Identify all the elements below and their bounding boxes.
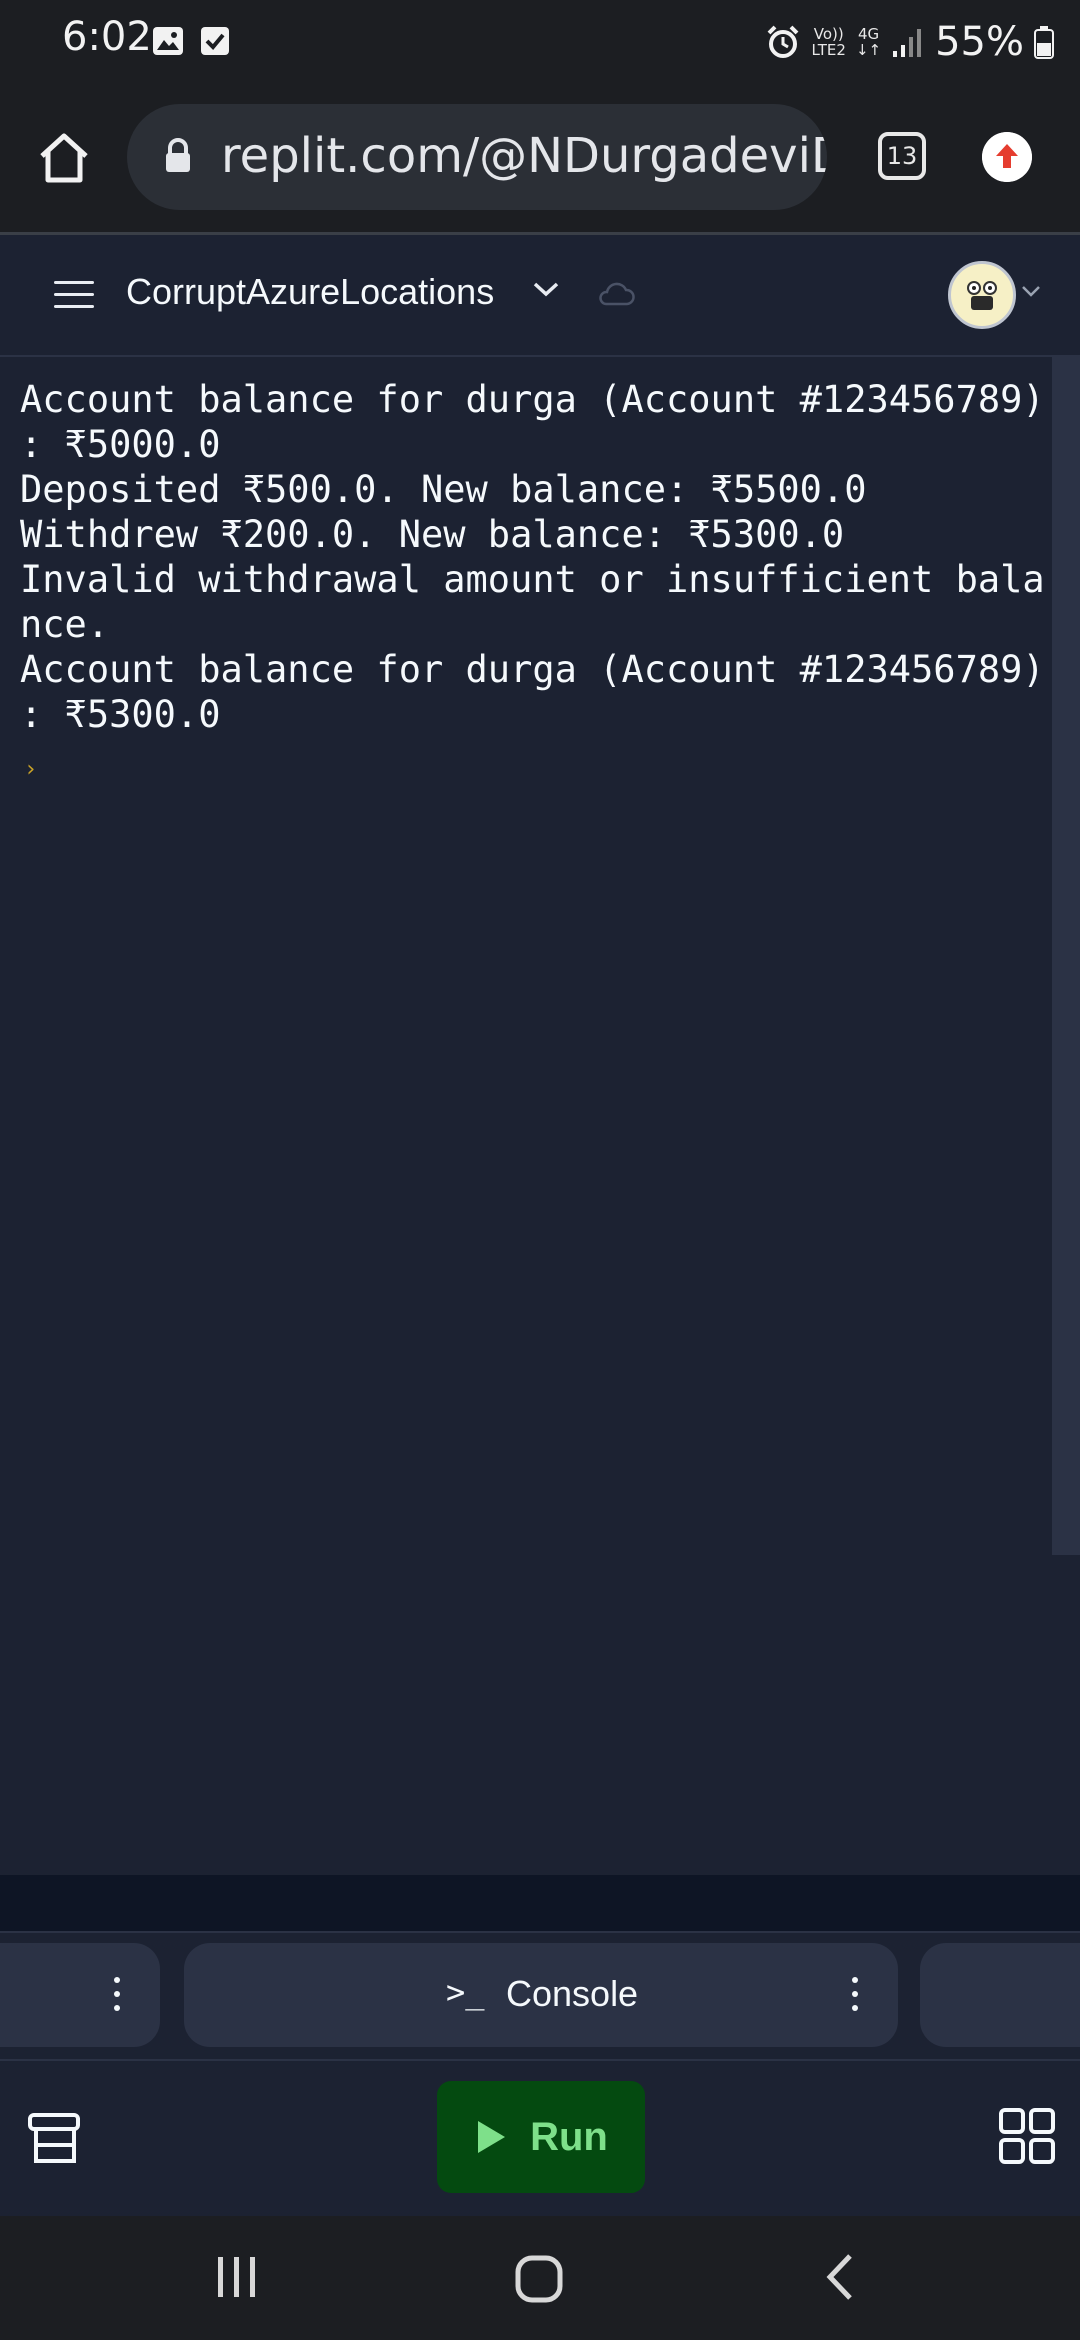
- pane-divider[interactable]: [0, 1875, 1080, 1933]
- menu-icon[interactable]: [54, 281, 94, 311]
- battery-icon: [1034, 26, 1054, 59]
- cloud-icon: [599, 282, 635, 306]
- play-icon: [478, 2121, 506, 2153]
- console-output-pane[interactable]: Account balance for durga (Account #1234…: [0, 357, 1052, 1875]
- avatar[interactable]: [948, 261, 1016, 329]
- console-line: : ₹5000.0: [20, 423, 221, 466]
- checkbox-notification-icon: [201, 27, 229, 55]
- chevron-down-icon[interactable]: [532, 279, 560, 299]
- files-icon[interactable]: [26, 2111, 82, 2167]
- status-bar: 6:02 Vo)) LTE2 4G ↓↑ 55%: [0, 0, 1080, 84]
- grid-icon[interactable]: [998, 2107, 1056, 2165]
- run-label: Run: [530, 2114, 608, 2159]
- bottom-toolbar: Run: [0, 2061, 1080, 2214]
- address-bar[interactable]: replit.com/@NDurgadeviDurg: [127, 104, 827, 210]
- nav-home-icon[interactable]: [514, 2254, 564, 2304]
- battery-percent: 55%: [935, 19, 1024, 65]
- console-line: Withdrew ₹200.0. New balance: ₹5300.0: [20, 513, 845, 556]
- console-line: nce.: [20, 603, 110, 646]
- signal-icon: [893, 29, 922, 57]
- run-button[interactable]: Run: [437, 2081, 645, 2193]
- kebab-menu-icon[interactable]: [852, 1977, 858, 2019]
- tabs-button[interactable]: 13: [878, 132, 926, 180]
- account-chevron-icon[interactable]: [1020, 283, 1042, 299]
- console-line: : ₹5300.0: [20, 693, 221, 736]
- alarm-icon: [768, 25, 799, 58]
- back-icon[interactable]: [822, 2252, 856, 2302]
- scrollbar-thumb[interactable]: [1052, 357, 1080, 1555]
- tab-console-label: Console: [506, 1973, 639, 2014]
- status-time: 6:02: [62, 14, 152, 60]
- repl-name[interactable]: CorruptAzureLocations: [126, 271, 494, 313]
- gallery-notification-icon: [153, 27, 183, 55]
- console-line: Deposited ₹500.0. New balance: ₹5500.0: [20, 468, 867, 511]
- tab-next[interactable]: [920, 1943, 1080, 2047]
- system-nav-bar: [0, 2216, 1080, 2340]
- console-icon: >_: [446, 1973, 485, 2011]
- home-icon[interactable]: [34, 128, 94, 188]
- tab-console[interactable]: >_ Console: [184, 1943, 898, 2047]
- url-text: replit.com/@NDurgadeviDurg: [221, 128, 827, 184]
- status-indicators: Vo)) LTE2 4G ↓↑ 55%: [765, 14, 1054, 70]
- update-icon[interactable]: [982, 132, 1032, 182]
- app-header: CorruptAzureLocations: [0, 235, 1080, 357]
- console-output: Account balance for durga (Account #1234…: [20, 377, 1050, 737]
- console-line: Account balance for durga (Account #1234…: [20, 648, 1045, 691]
- kebab-menu-icon[interactable]: [114, 1977, 120, 2019]
- console-line: Account balance for durga (Account #1234…: [20, 378, 1045, 421]
- recents-icon[interactable]: [214, 2254, 260, 2300]
- console-prompt[interactable]: ›: [24, 757, 37, 782]
- volte-indicator: Vo)) LTE2: [811, 25, 846, 59]
- network-4g-indicator: 4G ↓↑: [855, 25, 882, 59]
- browser-toolbar: replit.com/@NDurgadeviDurg 13: [0, 84, 1080, 235]
- lock-icon: [166, 138, 190, 172]
- tab-previous[interactable]: [0, 1943, 160, 2047]
- pane-tab-strip: >_ Console: [0, 1933, 1080, 2061]
- console-line: Invalid withdrawal amount or insufficien…: [20, 558, 1045, 601]
- avatar-image: [967, 281, 997, 310]
